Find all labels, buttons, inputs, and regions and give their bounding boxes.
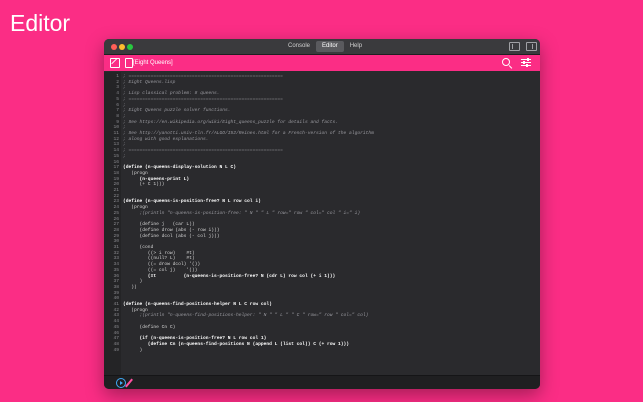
code-line: 49 ) — [104, 348, 540, 354]
pencil-icon[interactable] — [125, 378, 133, 388]
search-icon[interactable] — [502, 58, 510, 66]
code-text: ) — [123, 347, 143, 353]
code-editor[interactable]: 1; =====================================… — [104, 72, 540, 375]
page-title: Editor — [10, 10, 71, 36]
sidebar-right-icon[interactable] — [526, 42, 537, 51]
window-titlebar: Console Editor Help — [104, 39, 540, 55]
close-button[interactable] — [111, 44, 117, 50]
tab-editor[interactable]: Editor — [316, 41, 344, 52]
editor-window: Console Editor Help [Eight Queens] 1; ==… — [104, 39, 540, 389]
sidebar-left-icon[interactable] — [509, 42, 520, 51]
document-title: [Eight Queens] — [133, 60, 173, 66]
tab-help[interactable]: Help — [344, 41, 368, 52]
tab-console[interactable]: Console — [282, 41, 316, 52]
status-bar — [104, 375, 540, 389]
minimize-button[interactable] — [119, 44, 125, 50]
edit-icon[interactable] — [110, 58, 120, 68]
view-segmented-control: Console Editor Help — [282, 41, 368, 52]
sliders-icon[interactable] — [521, 58, 531, 68]
editor-toolbar: [Eight Queens] — [104, 55, 540, 71]
line-number: 49 — [113, 347, 119, 353]
maximize-button[interactable] — [127, 44, 133, 50]
file-icon[interactable] — [125, 58, 133, 68]
